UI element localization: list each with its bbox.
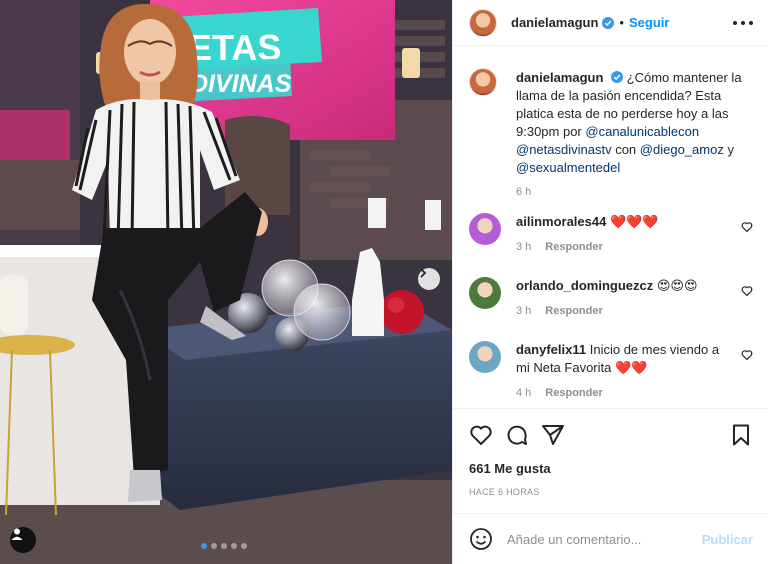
comment-text: 😍😍😍 (656, 278, 698, 293)
author-avatar[interactable] (469, 8, 497, 37)
post-header: danielamagun • Seguir (453, 0, 768, 46)
instagram-post: NETAS DIVINAS danielamagun • Seguir dani… (0, 0, 768, 564)
comment-avatar[interactable] (469, 277, 501, 309)
post-media[interactable]: NETAS DIVINAS (0, 0, 452, 564)
caption-avatar[interactable] (469, 68, 497, 96)
comment-bubble-icon[interactable] (505, 423, 529, 447)
comment-like-heart-icon[interactable] (741, 285, 753, 297)
comment-like-heart-icon[interactable] (741, 349, 753, 361)
follow-button[interactable]: Seguir (629, 15, 669, 30)
comment-avatar[interactable] (469, 341, 501, 373)
comment-body: orlando_dominguezcz 😍😍😍 3 h Responder (516, 277, 731, 320)
emoji-icon[interactable] (469, 527, 493, 551)
comment-body: ailinmorales44 ❤️❤️❤️ 3 h Responder (516, 213, 731, 256)
comment-time[interactable]: 4 h (516, 387, 531, 399)
comment-input[interactable] (507, 531, 702, 547)
tagged-users-button[interactable] (10, 527, 36, 553)
post-photo: NETAS DIVINAS (0, 0, 452, 564)
post-timestamp[interactable]: HACE 6 HORAS (469, 487, 540, 497)
caption-username[interactable]: danielamagun (516, 70, 603, 85)
comment-username[interactable]: danyfelix11 (516, 342, 586, 357)
carousel-dot (211, 543, 217, 549)
likes-count[interactable]: 661 Me gusta (469, 461, 551, 476)
mention-link[interactable]: @diego_amoz (640, 142, 724, 157)
chevron-right-icon (420, 268, 427, 278)
comment-username[interactable]: ailinmorales44 (516, 214, 606, 229)
post-caption: danielamagun ¿Cómo mantener la llama de … (453, 58, 768, 198)
comment-time[interactable]: 3 h (516, 241, 531, 253)
author-username[interactable]: danielamagun (511, 15, 598, 30)
comment-like-heart-icon[interactable] (741, 221, 753, 233)
mention-link[interactable]: @netasdivinastv (516, 142, 612, 157)
comment-body: danyfelix11 Inicio de mes viendo a mi Ne… (516, 341, 731, 402)
comment-username[interactable]: orlando_dominguezcz (516, 278, 653, 293)
mention-link[interactable]: @canalunicablecon (585, 124, 699, 139)
caption-text: danielamagun ¿Cómo mantener la llama de … (516, 69, 756, 201)
comment-meta: 3 h Responder (516, 302, 731, 320)
action-bar (453, 408, 768, 458)
share-paper-plane-icon[interactable] (541, 423, 565, 447)
save-bookmark-icon[interactable] (729, 423, 753, 447)
reply-button[interactable]: Responder (545, 387, 602, 399)
add-comment-bar: Publicar (453, 513, 768, 564)
sign-text-divinas: DIVINAS (190, 70, 292, 98)
carousel-indicator (201, 543, 247, 549)
verified-badge-icon (611, 71, 624, 83)
reply-button[interactable]: Responder (545, 241, 602, 253)
comment-meta: 4 h Responder (516, 384, 731, 402)
comment-text: ❤️❤️❤️ (609, 214, 659, 229)
carousel-dot (231, 543, 237, 549)
mention-link[interactable]: @sexualmentedel (516, 160, 620, 175)
comment-avatar[interactable] (469, 213, 501, 245)
reply-button[interactable]: Responder (545, 305, 602, 317)
publish-button[interactable]: Publicar (702, 532, 753, 547)
next-slide-button[interactable] (418, 268, 440, 290)
header-separator: • (619, 15, 624, 30)
carousel-dot (221, 543, 227, 549)
carousel-dot (201, 543, 207, 549)
comment-time[interactable]: 3 h (516, 305, 531, 317)
like-heart-icon[interactable] (469, 423, 493, 447)
comment-meta: 3 h Responder (516, 238, 731, 256)
more-options-icon[interactable] (733, 14, 753, 32)
caption-conjunction: y (727, 142, 734, 157)
comments-list: danielamagun ¿Cómo mantener la llama de … (453, 58, 768, 399)
verified-badge-icon (602, 16, 615, 29)
post-sidebar: danielamagun • Seguir danielamagun ¿Cómo… (452, 0, 768, 564)
caption-time[interactable]: 6 h (516, 183, 756, 201)
caption-conjunction: con (615, 142, 637, 157)
carousel-dot (241, 543, 247, 549)
user-icon (11, 528, 23, 540)
